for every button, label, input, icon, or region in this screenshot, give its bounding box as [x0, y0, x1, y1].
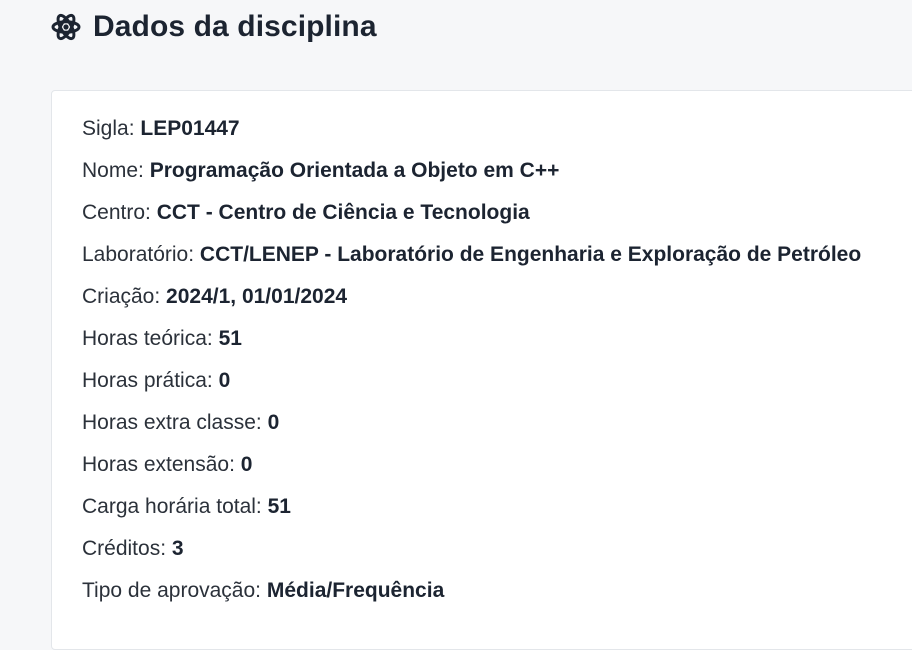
field-creditos: Créditos: 3: [82, 528, 861, 570]
field-label: Créditos:: [82, 537, 167, 560]
field-value: 0: [267, 411, 280, 434]
field-carga-horaria-total: Carga horária total: 51: [82, 486, 861, 528]
field-value: LEP01447: [140, 117, 240, 140]
field-value: 3: [171, 537, 184, 560]
field-value: Média/Frequência: [266, 579, 445, 602]
field-value: CCT - Centro de Ciência e Tecnologia: [156, 201, 530, 224]
field-label: Nome:: [82, 159, 144, 182]
field-label: Laboratório:: [82, 243, 195, 266]
field-value: CCT/LENEP - Laboratório de Engenharia e …: [199, 243, 862, 266]
field-label: Horas prática:: [82, 369, 213, 392]
field-laboratorio: Laboratório: CCT/LENEP - Laboratório de …: [82, 234, 861, 276]
field-sigla: Sigla: LEP01447: [82, 108, 861, 150]
field-nome: Nome: Programação Orientada a Objeto em …: [82, 150, 861, 192]
field-label: Tipo de aprovação:: [82, 579, 262, 602]
field-label: Horas extra classe:: [82, 411, 262, 434]
field-value: 51: [267, 495, 291, 518]
discipline-fields-list: Sigla: LEP01447 Nome: Programação Orient…: [82, 108, 861, 612]
field-label: Carga horária total:: [82, 495, 262, 518]
field-value: 0: [240, 453, 253, 476]
field-horas-pratica: Horas prática: 0: [82, 360, 861, 402]
field-label: Criação:: [82, 285, 161, 308]
field-value: Programação Orientada a Objeto em C++: [149, 159, 560, 182]
field-label: Horas extensão:: [82, 453, 235, 476]
field-horas-extra-classe: Horas extra classe: 0: [82, 402, 861, 444]
field-tipo-aprovacao: Tipo de aprovação: Média/Frequência: [82, 570, 861, 612]
field-value: 51: [218, 327, 242, 350]
field-centro: Centro: CCT - Centro de Ciência e Tecnol…: [82, 192, 861, 234]
field-label: Centro:: [82, 201, 151, 224]
field-horas-teorica: Horas teórica: 51: [82, 318, 861, 360]
field-label: Sigla:: [82, 117, 135, 140]
field-value: 2024/1, 01/01/2024: [166, 285, 348, 308]
field-criacao: Criação: 2024/1, 01/01/2024: [82, 276, 861, 318]
discipline-details-card: Sigla: LEP01447 Nome: Programação Orient…: [51, 90, 912, 650]
field-label: Horas teórica:: [82, 327, 213, 350]
field-value: 0: [218, 369, 231, 392]
page-title: Dados da disciplina: [93, 10, 377, 43]
atom-icon: [51, 12, 81, 42]
page-header: Dados da disciplina: [51, 8, 377, 46]
field-horas-extensao: Horas extensão: 0: [82, 444, 861, 486]
